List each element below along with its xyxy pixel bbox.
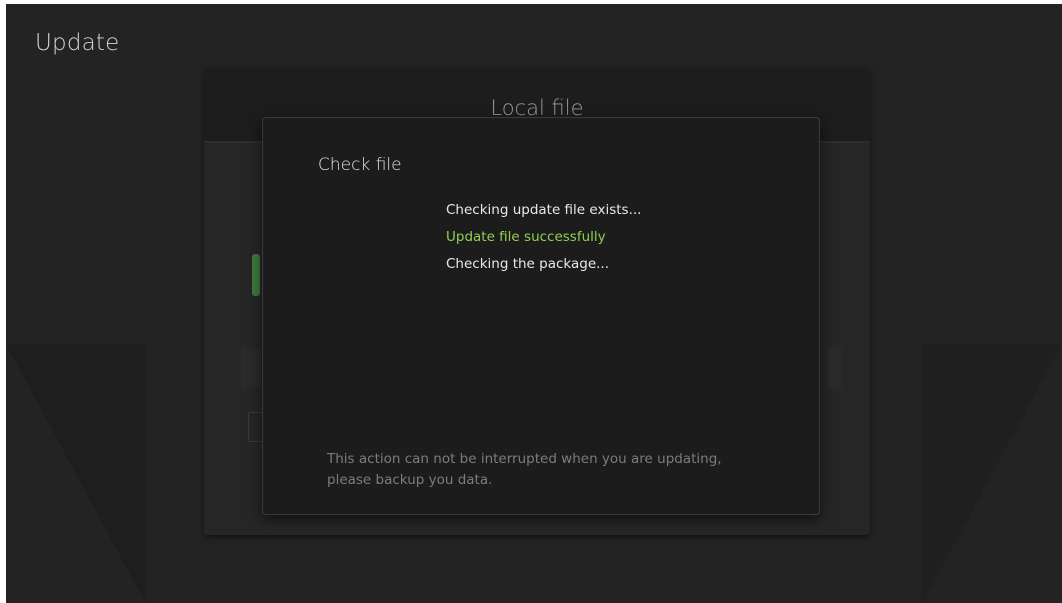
status-line: Checking update file exists... [446,202,642,218]
update-screen: Update Local file Check file Checking up… [6,4,1062,603]
warning-line: This action can not be interrupted when … [327,451,722,467]
status-line-success: Update file successfully [446,229,606,245]
panel-strip-left [241,348,261,388]
warning-message: This action can not be interrupted when … [327,449,747,491]
status-list: Checking update file exists... Update fi… [446,197,641,278]
background-decoration-right [922,344,1062,603]
warning-line: please backup you data. [327,472,493,488]
status-line: Checking the package... [446,256,610,272]
page-title: Update [35,30,120,56]
background-decoration-left [6,344,146,603]
panel-strip-right [828,348,842,388]
check-file-dialog: Check file Checking update file exists..… [262,117,820,515]
selection-indicator [252,254,260,296]
dialog-title: Check file [318,155,402,175]
